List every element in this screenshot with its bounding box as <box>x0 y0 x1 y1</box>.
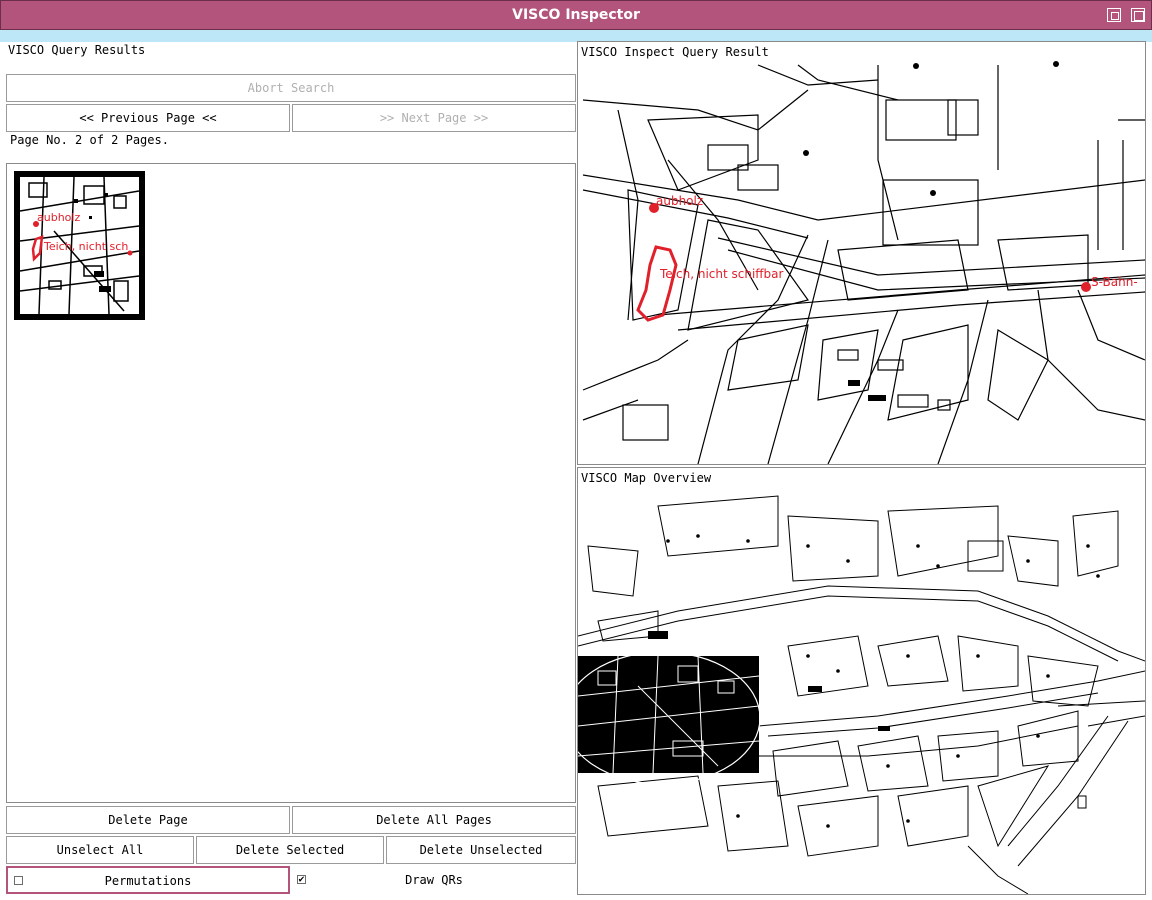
delete-selected-button[interactable]: Delete Selected <box>196 836 384 864</box>
results-list[interactable]: aubholz Teich, nicht sch <box>6 163 576 803</box>
window-title: VISCO Inspector <box>512 7 640 23</box>
abort-search-button[interactable]: Abort Search <box>6 74 576 102</box>
thumbnail-label: Teich, nicht sch <box>43 240 128 253</box>
overview-title: VISCO Map Overview <box>581 471 712 485</box>
overview-panel[interactable]: VISCO Map Overview <box>577 467 1146 895</box>
window-titlebar[interactable]: VISCO Inspector <box>0 0 1152 30</box>
query-results-title: VISCO Query Results <box>8 43 146 57</box>
inspect-title: VISCO Inspect Query Result <box>581 45 769 59</box>
map-label-aubholz: aubholz <box>656 194 703 208</box>
thumbnail-label: aubholz <box>37 211 80 224</box>
delete-unselected-button[interactable]: Delete Unselected <box>386 836 576 864</box>
draw-qrs-checkbox[interactable]: ✔ <box>297 875 306 885</box>
draw-qrs-label: Draw QRs <box>405 873 463 887</box>
permutations-label: Permutations <box>104 874 192 888</box>
permutations-checkbox[interactable] <box>14 876 23 885</box>
thumbnail-map: aubholz Teich, nicht sch <box>19 176 140 315</box>
delete-all-pages-button[interactable]: Delete All Pages <box>292 806 576 834</box>
previous-page-button[interactable]: << Previous Page << <box>6 104 290 132</box>
inspect-panel[interactable]: VISCO Inspect Query Result aubholz Teich… <box>577 41 1146 465</box>
page-info: Page No. 2 of 2 Pages. <box>10 133 169 147</box>
delete-page-button[interactable]: Delete Page <box>6 806 290 834</box>
unselect-all-button[interactable]: Unselect All <box>6 836 194 864</box>
overview-map[interactable] <box>578 486 1145 894</box>
draw-qrs-toggle[interactable]: ✔ Draw QRs <box>292 866 576 894</box>
permutations-button[interactable]: Permutations <box>6 866 290 894</box>
map-label-sbahn: S-Bahn- <box>1091 275 1138 289</box>
result-thumbnail[interactable]: aubholz Teich, nicht sch <box>14 171 145 320</box>
maximize-icon[interactable] <box>1131 8 1145 22</box>
inspect-map[interactable]: aubholz Teich, nicht schiffbar S-Bahn- <box>578 60 1145 464</box>
map-label-teich: Teich, nicht schiffbar <box>659 267 784 281</box>
minimize-icon[interactable] <box>1107 8 1121 22</box>
next-page-button[interactable]: >> Next Page >> <box>292 104 576 132</box>
